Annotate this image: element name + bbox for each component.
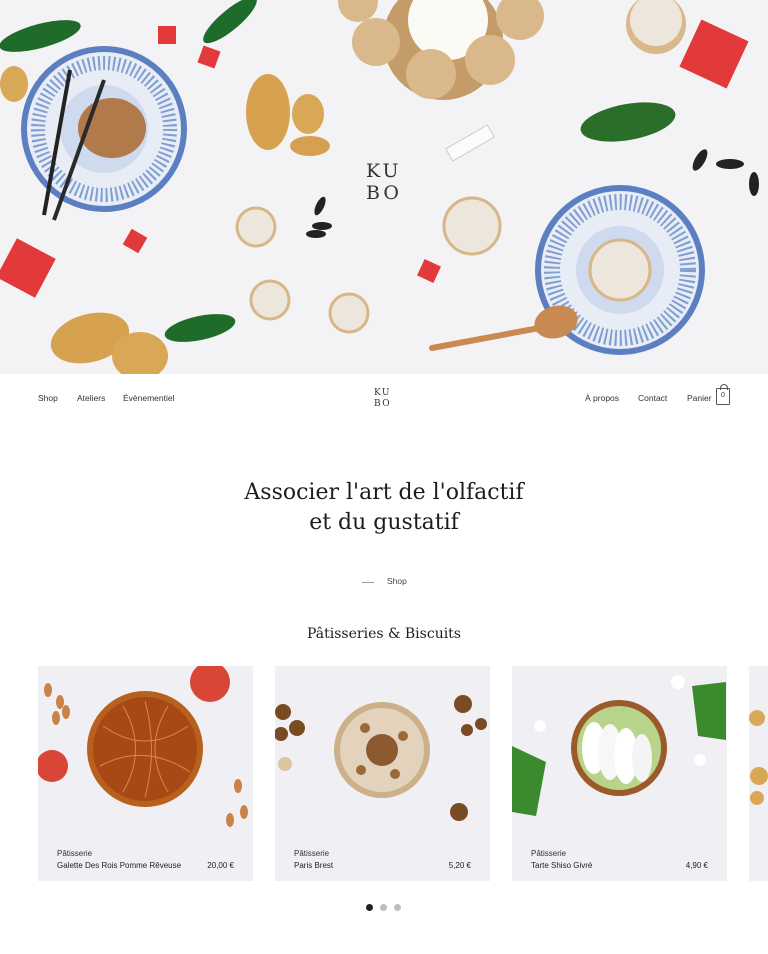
product-card[interactable]: Pâtisserie Tarte Shiso Givré 4,90 € — [512, 666, 727, 881]
product-price: 4,90 € — [685, 861, 708, 870]
headline-line1: Associer l'art de l'olfactif — [244, 480, 524, 505]
shop-link[interactable]: Shop — [387, 576, 407, 586]
hero-logo-line1: KU — [366, 160, 402, 182]
nav-logo-line1: KU — [374, 388, 391, 398]
product-image-peek — [749, 710, 768, 805]
product-category: Pâtisserie — [531, 849, 567, 858]
product-name[interactable]: Paris Brest — [294, 861, 333, 870]
nav-link-shop[interactable]: Shop — [38, 393, 58, 403]
headline-line2: et du gustatif — [309, 510, 459, 535]
carousel-dot-3[interactable] — [394, 904, 401, 911]
product-card[interactable]: Pâtisserie Paris Brest 5,20 € — [275, 666, 490, 881]
product-image-tarte-shiso — [512, 675, 726, 816]
product-price: 5,20 € — [448, 861, 471, 870]
nav-link-contact[interactable]: Contact — [638, 393, 667, 403]
product-image-galette — [38, 666, 248, 827]
shop-divider — [362, 582, 374, 583]
product-card[interactable]: Pâtisserie Galette Des Rois Pomme Rêveus… — [38, 666, 253, 881]
hero-logo-line2: BO — [366, 182, 402, 204]
nav-logo[interactable]: KU BO — [368, 382, 400, 418]
nav-logo-line2: BO — [374, 399, 392, 409]
product-category: Pâtisserie — [57, 849, 93, 858]
product-name[interactable]: Galette Des Rois Pomme Rêveuse — [57, 861, 181, 870]
product-image-paris-brest — [275, 695, 487, 821]
main-nav: Shop Ateliers Évènementiel KU BO À propo… — [0, 374, 768, 422]
nav-link-evenementiel[interactable]: Évènementiel — [123, 393, 175, 403]
page-headline: Associer l'art de l'olfactif et du gusta… — [0, 478, 768, 538]
cart-icon[interactable]: 0 — [716, 384, 730, 405]
cart-count: 0 — [721, 392, 725, 399]
nav-link-a-propos[interactable]: À propos — [585, 393, 619, 403]
carousel-dot-2[interactable] — [380, 904, 387, 911]
hero-image: KU BO — [0, 0, 768, 374]
hero-logo: KU BO — [352, 152, 416, 222]
carousel-dot-1[interactable] — [366, 904, 373, 911]
product-name[interactable]: Tarte Shiso Givré — [531, 861, 592, 870]
product-card-next-peek[interactable] — [749, 666, 768, 881]
nav-link-panier[interactable]: Panier — [687, 393, 712, 403]
product-category: Pâtisserie — [294, 849, 330, 858]
nav-link-ateliers[interactable]: Ateliers — [77, 393, 105, 403]
section-title: Pâtisseries & Biscuits — [307, 626, 461, 642]
product-price: 20,00 € — [207, 861, 234, 870]
